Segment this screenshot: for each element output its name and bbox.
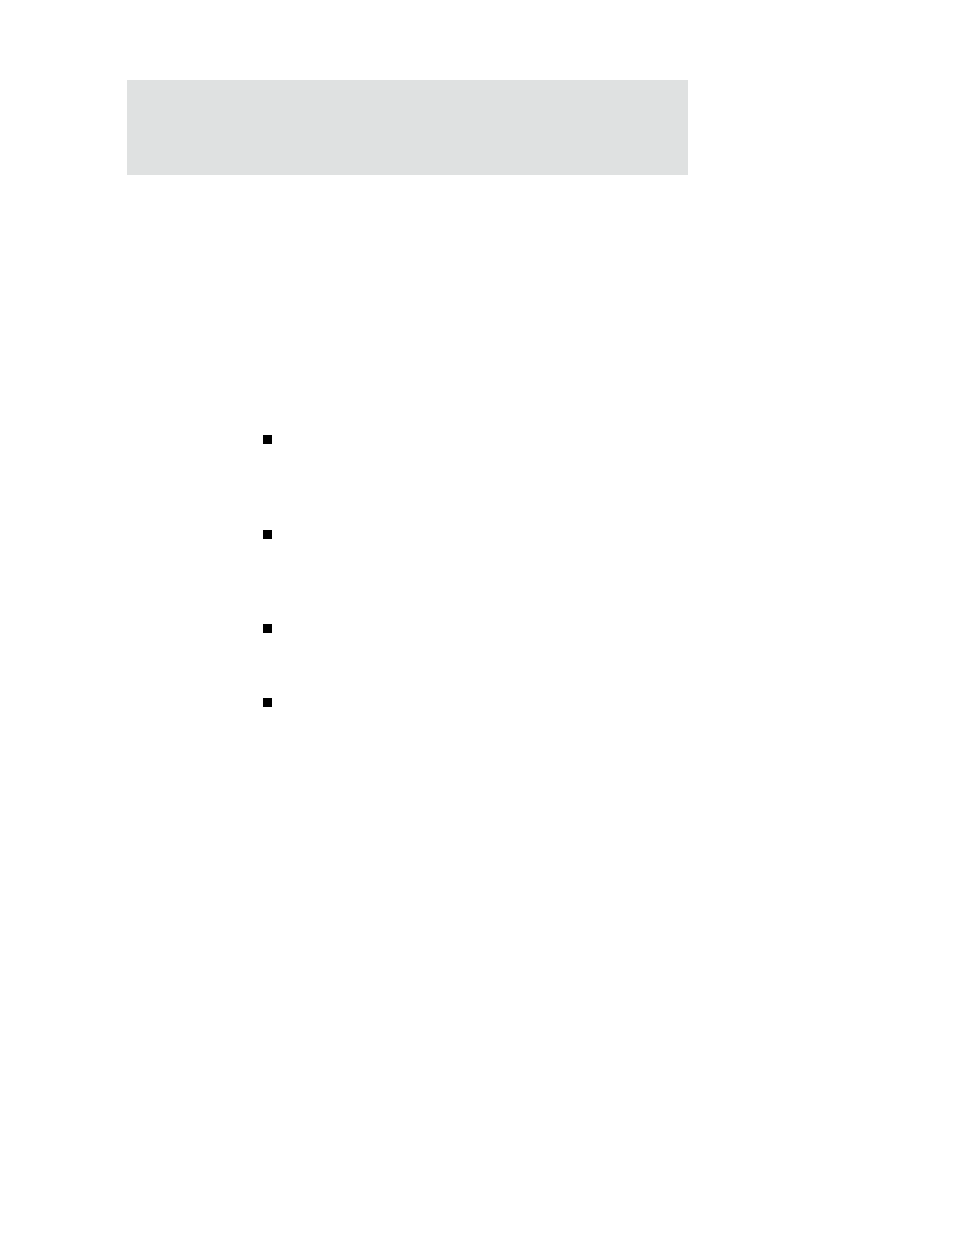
bullet-icon xyxy=(263,530,272,539)
document-page xyxy=(0,0,954,1235)
highlight-box xyxy=(127,80,688,175)
bullet-icon xyxy=(263,435,272,444)
bullet-icon xyxy=(263,624,272,633)
bullet-icon xyxy=(263,698,272,707)
